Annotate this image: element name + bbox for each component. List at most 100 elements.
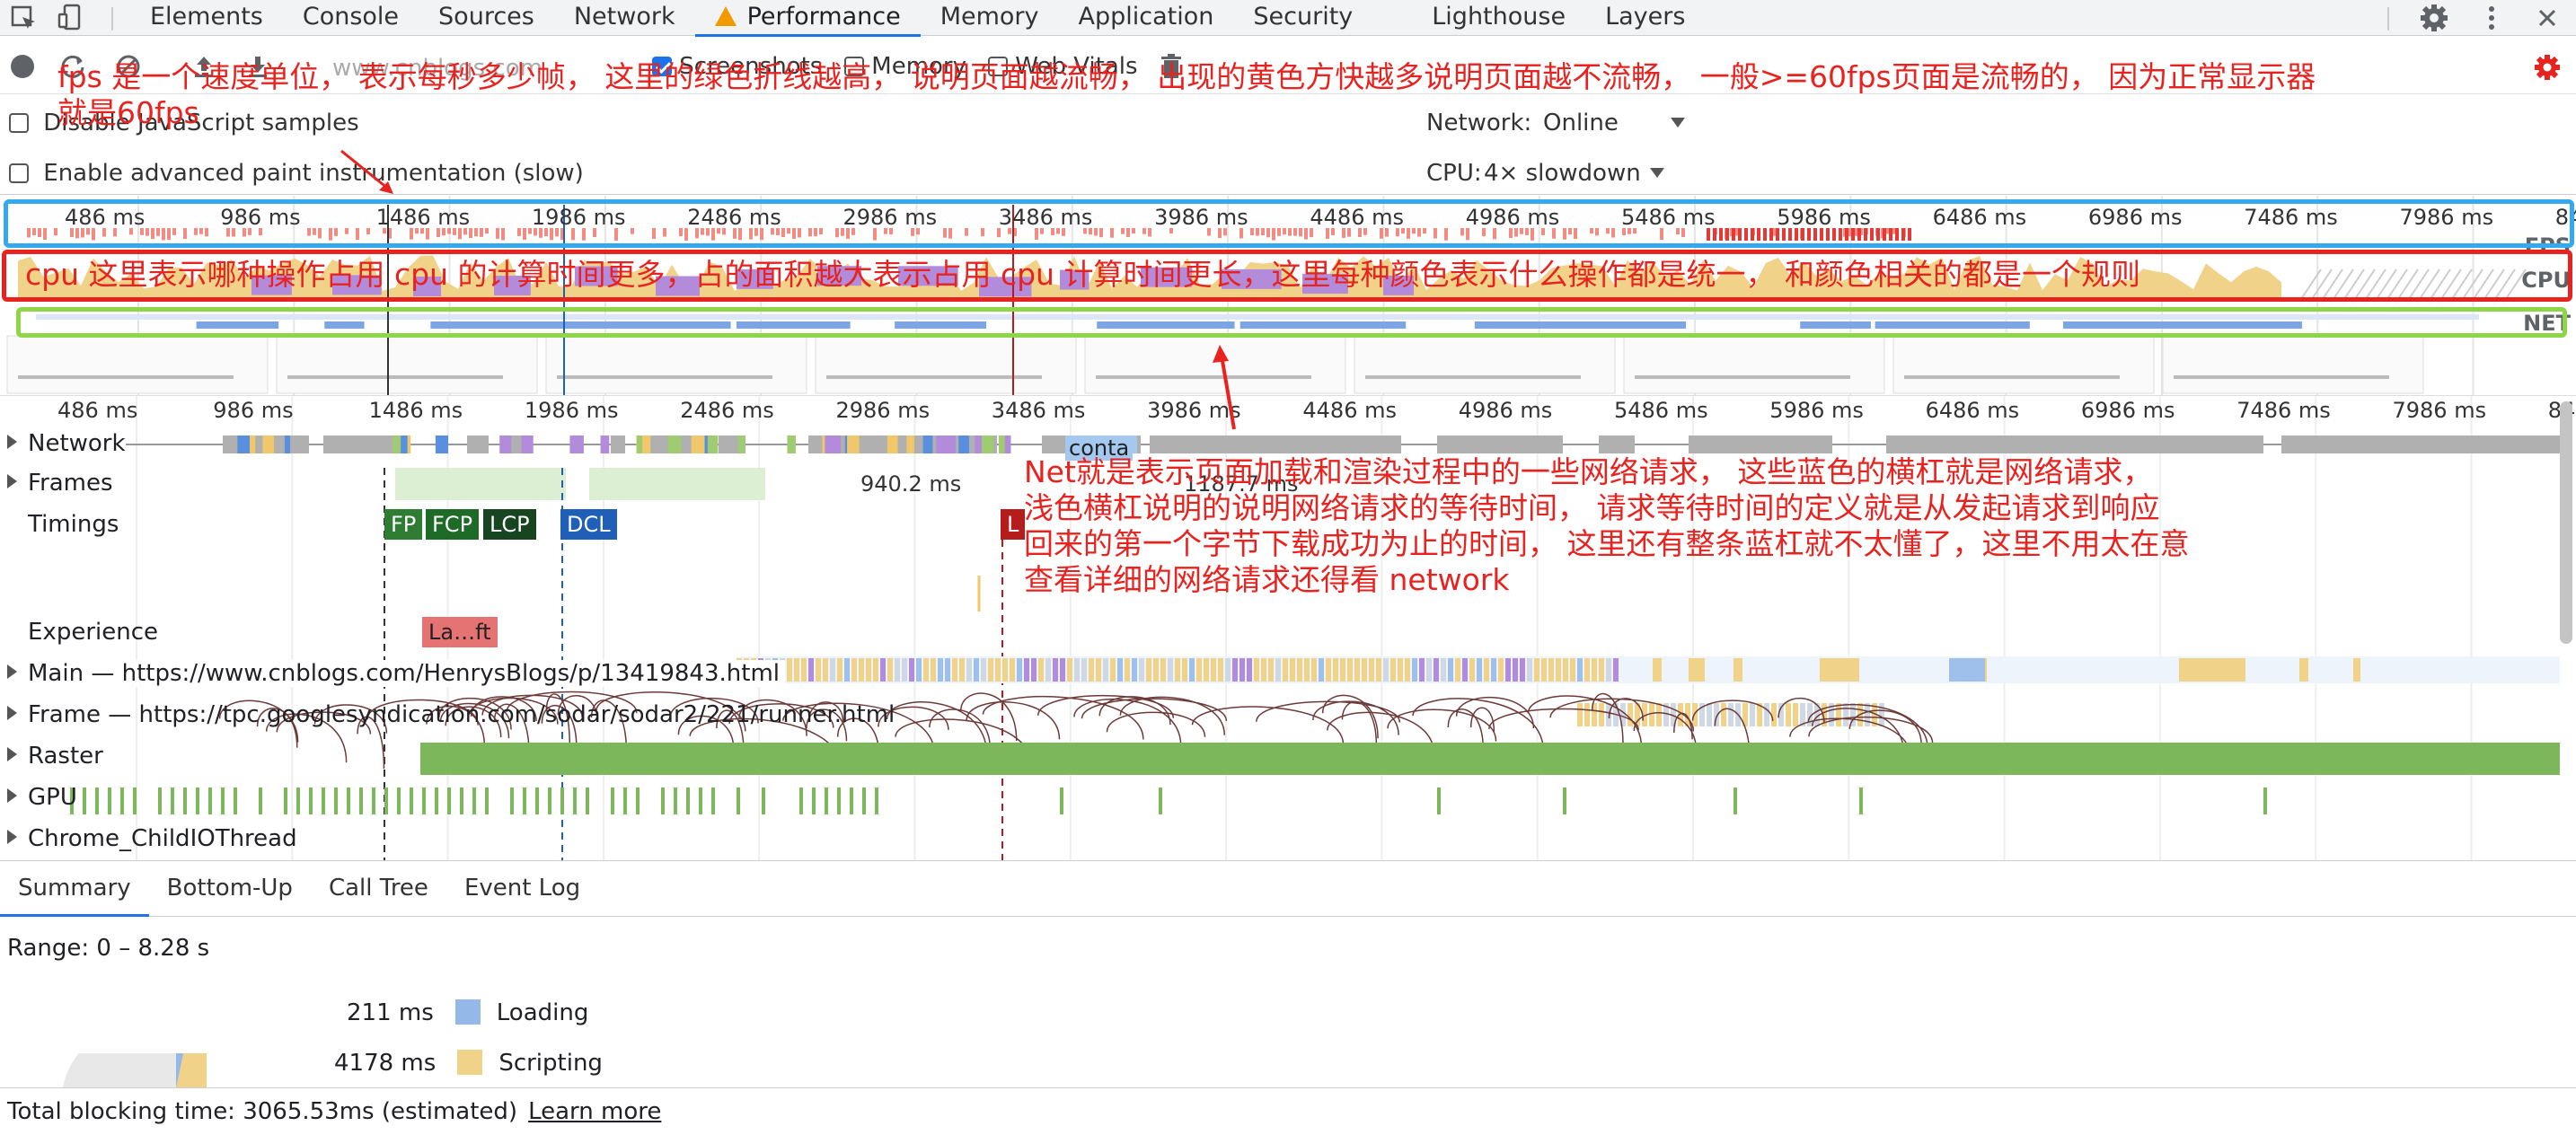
track-frame[interactable]: Frame — https://tpc.googlesyndication.co… xyxy=(0,701,895,728)
timing-fp[interactable]: FP xyxy=(384,509,423,540)
track-main[interactable]: Main — https://www.cnblogs.com/HenrysBlo… xyxy=(0,660,785,687)
gpu-task xyxy=(410,787,413,814)
main-task xyxy=(1089,658,1094,682)
expand-triangle-icon[interactable] xyxy=(7,788,17,803)
capture-settings-icon[interactable] xyxy=(2533,53,2562,82)
expand-triangle-icon[interactable] xyxy=(7,664,17,679)
timeline-overview[interactable]: 486 ms 986 ms 1486 ms 1986 ms 2486 ms 2986 ms… xyxy=(0,196,2576,395)
main-task xyxy=(1520,658,1525,682)
main-task xyxy=(859,658,864,682)
tab-call-tree[interactable]: Call Tree xyxy=(311,861,446,916)
main-task xyxy=(1103,658,1108,682)
main-task xyxy=(1204,658,1209,682)
network-request xyxy=(467,436,489,453)
tab-summary[interactable]: Summary xyxy=(0,861,149,917)
tab-lighthouse[interactable]: Lighthouse xyxy=(1412,0,1585,36)
tab-event-log[interactable]: Event Log xyxy=(446,861,598,916)
track-gpu[interactable]: GPU xyxy=(0,784,77,811)
layout-shift-mark[interactable]: La…ft xyxy=(422,617,498,647)
gpu-task xyxy=(334,787,338,814)
main-task xyxy=(1376,658,1381,682)
tab-layers[interactable]: Layers xyxy=(1585,0,1705,36)
more-options-icon[interactable] xyxy=(2475,2,2508,34)
gpu-task xyxy=(636,787,640,814)
gpu-task xyxy=(699,787,702,814)
cpu-throttle-select[interactable]: 4× slowdown xyxy=(1484,160,1664,187)
track-network[interactable]: Network xyxy=(0,430,126,457)
disable-js-samples-check[interactable] xyxy=(9,113,29,133)
gpu-task xyxy=(1563,787,1566,814)
main-task xyxy=(866,658,871,682)
expand-triangle-icon[interactable] xyxy=(7,706,17,720)
network-request xyxy=(1886,436,2263,453)
screenshot-thumbnail-text xyxy=(557,375,772,379)
main-task xyxy=(988,658,993,682)
main-task xyxy=(1570,658,1575,682)
ruler-tick-label: 1486 ms xyxy=(368,398,463,423)
track-frames[interactable]: Frames xyxy=(0,470,113,497)
timing-lcp[interactable]: LCP xyxy=(483,509,536,540)
frame-duration[interactable]: 940.2 ms xyxy=(860,471,961,497)
flame-chart-scrollbar[interactable] xyxy=(2560,401,2572,644)
close-devtools-icon[interactable] xyxy=(2531,2,2563,34)
gpu-task xyxy=(108,787,111,814)
ruler-tick-label: 4486 ms xyxy=(1302,398,1397,423)
tab-console[interactable]: Console xyxy=(283,0,419,36)
main-task xyxy=(1196,658,1202,682)
main-task xyxy=(2353,658,2360,682)
main-task xyxy=(1017,658,1022,682)
chevron-down-icon xyxy=(1670,118,1685,128)
gpu-task xyxy=(259,787,262,814)
network-request xyxy=(323,436,395,453)
expand-triangle-icon[interactable] xyxy=(7,435,17,449)
gpu-task xyxy=(234,787,237,814)
main-task xyxy=(1010,658,1015,682)
network-request xyxy=(825,436,837,453)
tab-sources[interactable]: Sources xyxy=(419,0,554,36)
device-toolbar-icon[interactable] xyxy=(56,2,88,34)
expand-triangle-icon[interactable] xyxy=(7,830,17,844)
timing-dcl[interactable]: DCL xyxy=(560,509,617,540)
main-task xyxy=(1254,658,1259,682)
network-request xyxy=(1437,436,1563,453)
advanced-paint-checkbox[interactable]: Enable advanced paint instrumentation (s… xyxy=(9,160,584,187)
inspect-element-icon[interactable] xyxy=(7,2,40,34)
timing-load[interactable]: L xyxy=(1001,509,1026,540)
track-childio[interactable]: Chrome_ChildIOThread xyxy=(0,825,297,852)
main-task xyxy=(952,658,957,682)
gpu-task xyxy=(485,787,489,814)
learn-more-link[interactable]: Learn more xyxy=(528,1098,661,1125)
settings-gear-icon[interactable] xyxy=(2418,2,2450,34)
devtools-tab-bar: Elements Console Sources Network Perform… xyxy=(0,0,2576,37)
screenshot-thumbnail-text xyxy=(287,375,503,379)
main-task xyxy=(1096,658,1101,682)
main-task xyxy=(931,658,936,682)
main-task xyxy=(1268,658,1274,682)
expand-triangle-icon[interactable] xyxy=(7,474,17,488)
tab-performance[interactable]: Performance xyxy=(694,0,921,37)
track-frame-label: Frame — https://tpc.googlesyndication.co… xyxy=(28,701,895,728)
expand-triangle-icon[interactable] xyxy=(7,747,17,761)
main-task xyxy=(1556,658,1561,682)
network-throttle-select[interactable]: Online xyxy=(1543,110,1685,136)
gpu-task xyxy=(548,787,551,814)
tab-elements[interactable]: Elements xyxy=(130,0,283,36)
tab-memory[interactable]: Memory xyxy=(921,0,1059,36)
tab-bottom-up[interactable]: Bottom-Up xyxy=(149,861,311,916)
timing-fcp[interactable]: FCP xyxy=(426,509,480,540)
track-raster[interactable]: Raster xyxy=(0,743,103,770)
main-task xyxy=(959,658,965,682)
gpu-task xyxy=(586,787,589,814)
main-task xyxy=(1239,658,1245,682)
main-task xyxy=(1081,658,1087,682)
record-icon[interactable] xyxy=(9,53,36,80)
main-task xyxy=(1434,658,1439,682)
tab-network[interactable]: Network xyxy=(554,0,695,36)
tab-security[interactable]: Security xyxy=(1233,0,1372,36)
tab-application[interactable]: Application xyxy=(1059,0,1234,36)
gpu-task xyxy=(875,787,878,814)
advanced-paint-check[interactable] xyxy=(9,163,29,183)
gpu-task xyxy=(171,787,174,814)
main-task xyxy=(1354,658,1360,682)
screenshot-thumbnail xyxy=(276,335,538,394)
